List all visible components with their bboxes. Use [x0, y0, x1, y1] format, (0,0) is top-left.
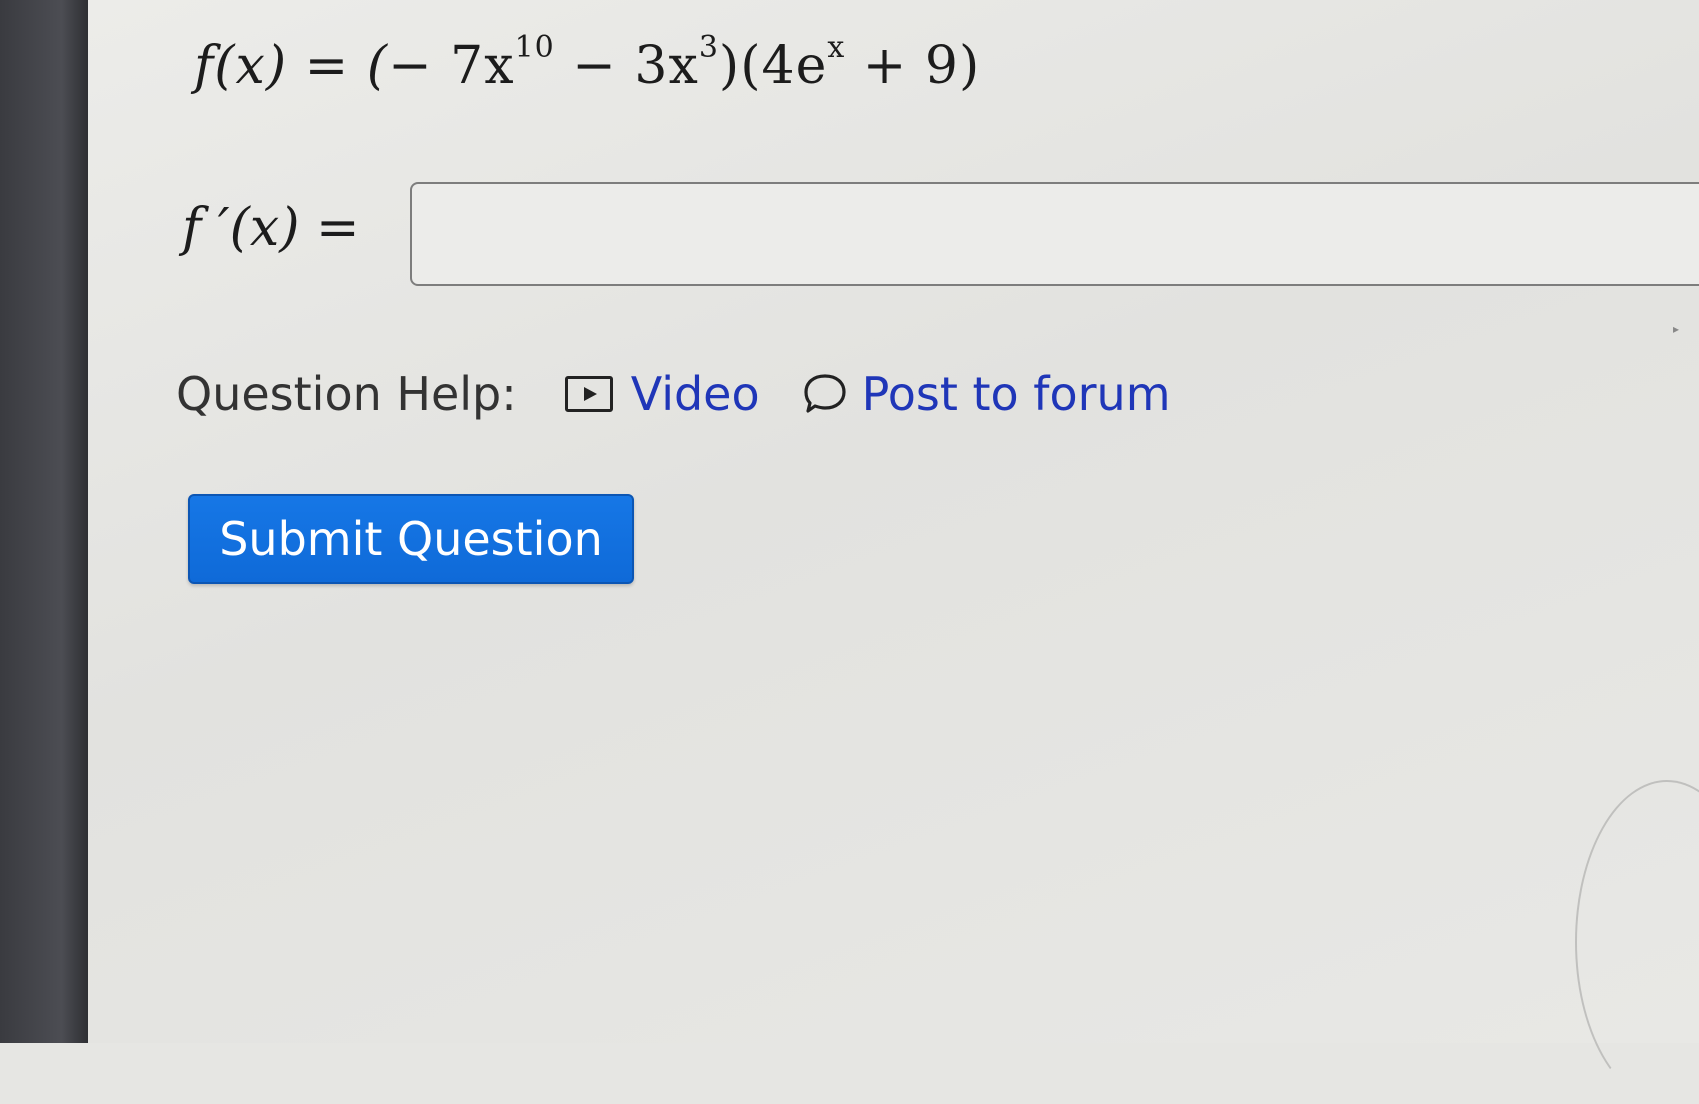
question-help-row: Question Help: Video Post to forum	[176, 364, 1213, 424]
submit-question-button[interactable]: Submit Question	[188, 494, 634, 584]
factor2-open: )(4e	[718, 36, 828, 96]
answer-input[interactable]	[410, 182, 1699, 286]
video-link[interactable]: Video	[564, 367, 760, 421]
video-play-icon	[564, 376, 613, 412]
post-to-forum-link[interactable]: Post to forum	[802, 367, 1171, 421]
screen-glare	[1575, 780, 1699, 1104]
derivative-label-text: f ′(x) =	[182, 198, 360, 258]
factor2-rest: + 9)	[845, 36, 981, 96]
question-help-label: Question Help:	[176, 367, 517, 421]
function-lhs: f(x) = (	[194, 36, 389, 96]
function-definition: f(x) = (− 7x10 − 3x3)(4ex + 9)	[194, 30, 980, 96]
video-link-label: Video	[630, 367, 760, 421]
preview-arrow-icon[interactable]: ▸	[1673, 322, 1679, 336]
question-panel: f(x) = (− 7x10 − 3x3)(4ex + 9) f ′(x) = …	[88, 0, 1699, 1104]
post-to-forum-label: Post to forum	[861, 367, 1171, 421]
monitor-bezel	[0, 0, 88, 1043]
derivative-label: f ′(x) =	[182, 198, 360, 258]
term1: − 7x	[388, 36, 515, 96]
term1-exponent: 10	[514, 30, 555, 65]
factor2-exponent: x	[827, 30, 846, 65]
term2: − 3x	[554, 36, 699, 96]
term2-exponent: 3	[698, 30, 719, 65]
speech-bubble-icon	[804, 374, 846, 413]
